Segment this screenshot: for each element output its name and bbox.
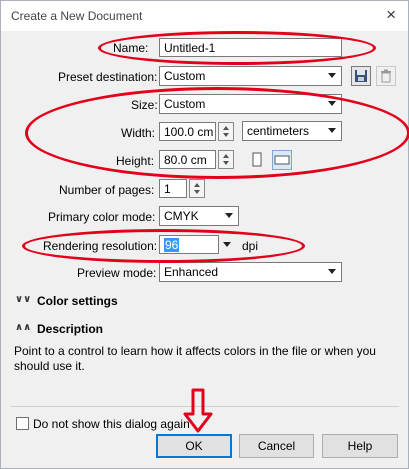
cancel-button[interactable]: Cancel xyxy=(239,434,314,458)
height-input[interactable]: 80.0 cm xyxy=(159,150,216,169)
resolution-value: 96 xyxy=(164,238,180,252)
size-select[interactable]: Custom xyxy=(159,94,342,114)
delete-preset-button[interactable] xyxy=(376,66,396,86)
close-icon[interactable]: × xyxy=(386,5,396,25)
chevron-down-icon xyxy=(328,269,336,274)
landscape-orientation-button[interactable] xyxy=(272,150,292,170)
chevron-down-icon[interactable] xyxy=(194,190,200,194)
expand-chevron-icon[interactable]: ∨∨ xyxy=(15,294,31,305)
chevron-down-icon xyxy=(223,242,231,247)
save-icon xyxy=(355,70,367,82)
name-label: Name: xyxy=(113,41,149,55)
chevron-down-icon[interactable] xyxy=(223,133,229,137)
pages-label: Number of pages: xyxy=(59,183,155,197)
portrait-page-icon xyxy=(252,152,262,167)
title-bar: Create a New Document × xyxy=(1,1,408,31)
width-stepper[interactable] xyxy=(218,122,234,141)
chevron-down-icon xyxy=(328,73,336,78)
chevron-up-icon[interactable] xyxy=(223,126,229,130)
description-text: Point to a control to learn how it affec… xyxy=(14,344,376,373)
resolution-dropdown[interactable] xyxy=(219,235,235,254)
preset-destination-select[interactable]: Custom xyxy=(159,66,342,86)
color-mode-select[interactable]: CMYK xyxy=(159,206,239,226)
width-label: Width: xyxy=(121,126,156,140)
landscape-page-icon xyxy=(274,155,290,165)
preview-mode-value: Enhanced xyxy=(164,265,219,279)
collapse-chevron-icon[interactable]: ∧∧ xyxy=(15,322,31,333)
do-not-show-checkbox[interactable] xyxy=(16,417,29,430)
units-value: centimeters xyxy=(247,124,310,138)
width-input[interactable]: 100.0 cm xyxy=(159,122,216,141)
color-mode-label: Primary color mode: xyxy=(48,210,156,224)
preview-mode-select[interactable]: Enhanced xyxy=(159,262,342,282)
preset-destination-label: Preset destination: xyxy=(58,70,158,84)
description-header[interactable]: Description xyxy=(37,322,103,336)
new-document-dialog: Create a New Document × Name: Untitled-1… xyxy=(0,0,409,469)
chevron-down-icon xyxy=(225,213,233,218)
color-settings-header[interactable]: Color settings xyxy=(37,294,118,308)
chevron-up-icon[interactable] xyxy=(223,154,229,158)
chevron-down-icon[interactable] xyxy=(223,161,229,165)
chevron-down-icon xyxy=(328,101,336,106)
trash-icon xyxy=(381,69,391,83)
height-stepper[interactable] xyxy=(218,150,234,169)
resolution-unit: dpi xyxy=(242,239,259,253)
portrait-orientation-button[interactable] xyxy=(248,151,266,169)
save-preset-button[interactable] xyxy=(351,66,371,86)
color-mode-value: CMYK xyxy=(164,209,199,223)
pages-stepper[interactable] xyxy=(189,179,205,198)
ok-button[interactable]: OK xyxy=(156,434,232,458)
pages-input[interactable]: 1 xyxy=(159,179,187,198)
resolution-input[interactable]: 96 xyxy=(159,235,219,254)
chevron-up-icon[interactable] xyxy=(194,183,200,187)
do-not-show-label[interactable]: Do not show this dialog again xyxy=(33,417,190,431)
help-button[interactable]: Help xyxy=(322,434,398,458)
dialog-title: Create a New Document xyxy=(11,9,143,23)
preset-destination-value: Custom xyxy=(164,69,206,83)
height-label: Height: xyxy=(116,154,155,168)
units-select[interactable]: centimeters xyxy=(242,121,342,141)
preview-mode-label: Preview mode: xyxy=(77,266,157,280)
size-value: Custom xyxy=(164,97,206,111)
name-input[interactable]: Untitled-1 xyxy=(159,38,342,57)
resolution-label: Rendering resolution: xyxy=(43,239,158,253)
chevron-down-icon xyxy=(328,128,336,133)
size-label: Size: xyxy=(131,98,158,112)
arrow-down-icon xyxy=(183,388,213,433)
